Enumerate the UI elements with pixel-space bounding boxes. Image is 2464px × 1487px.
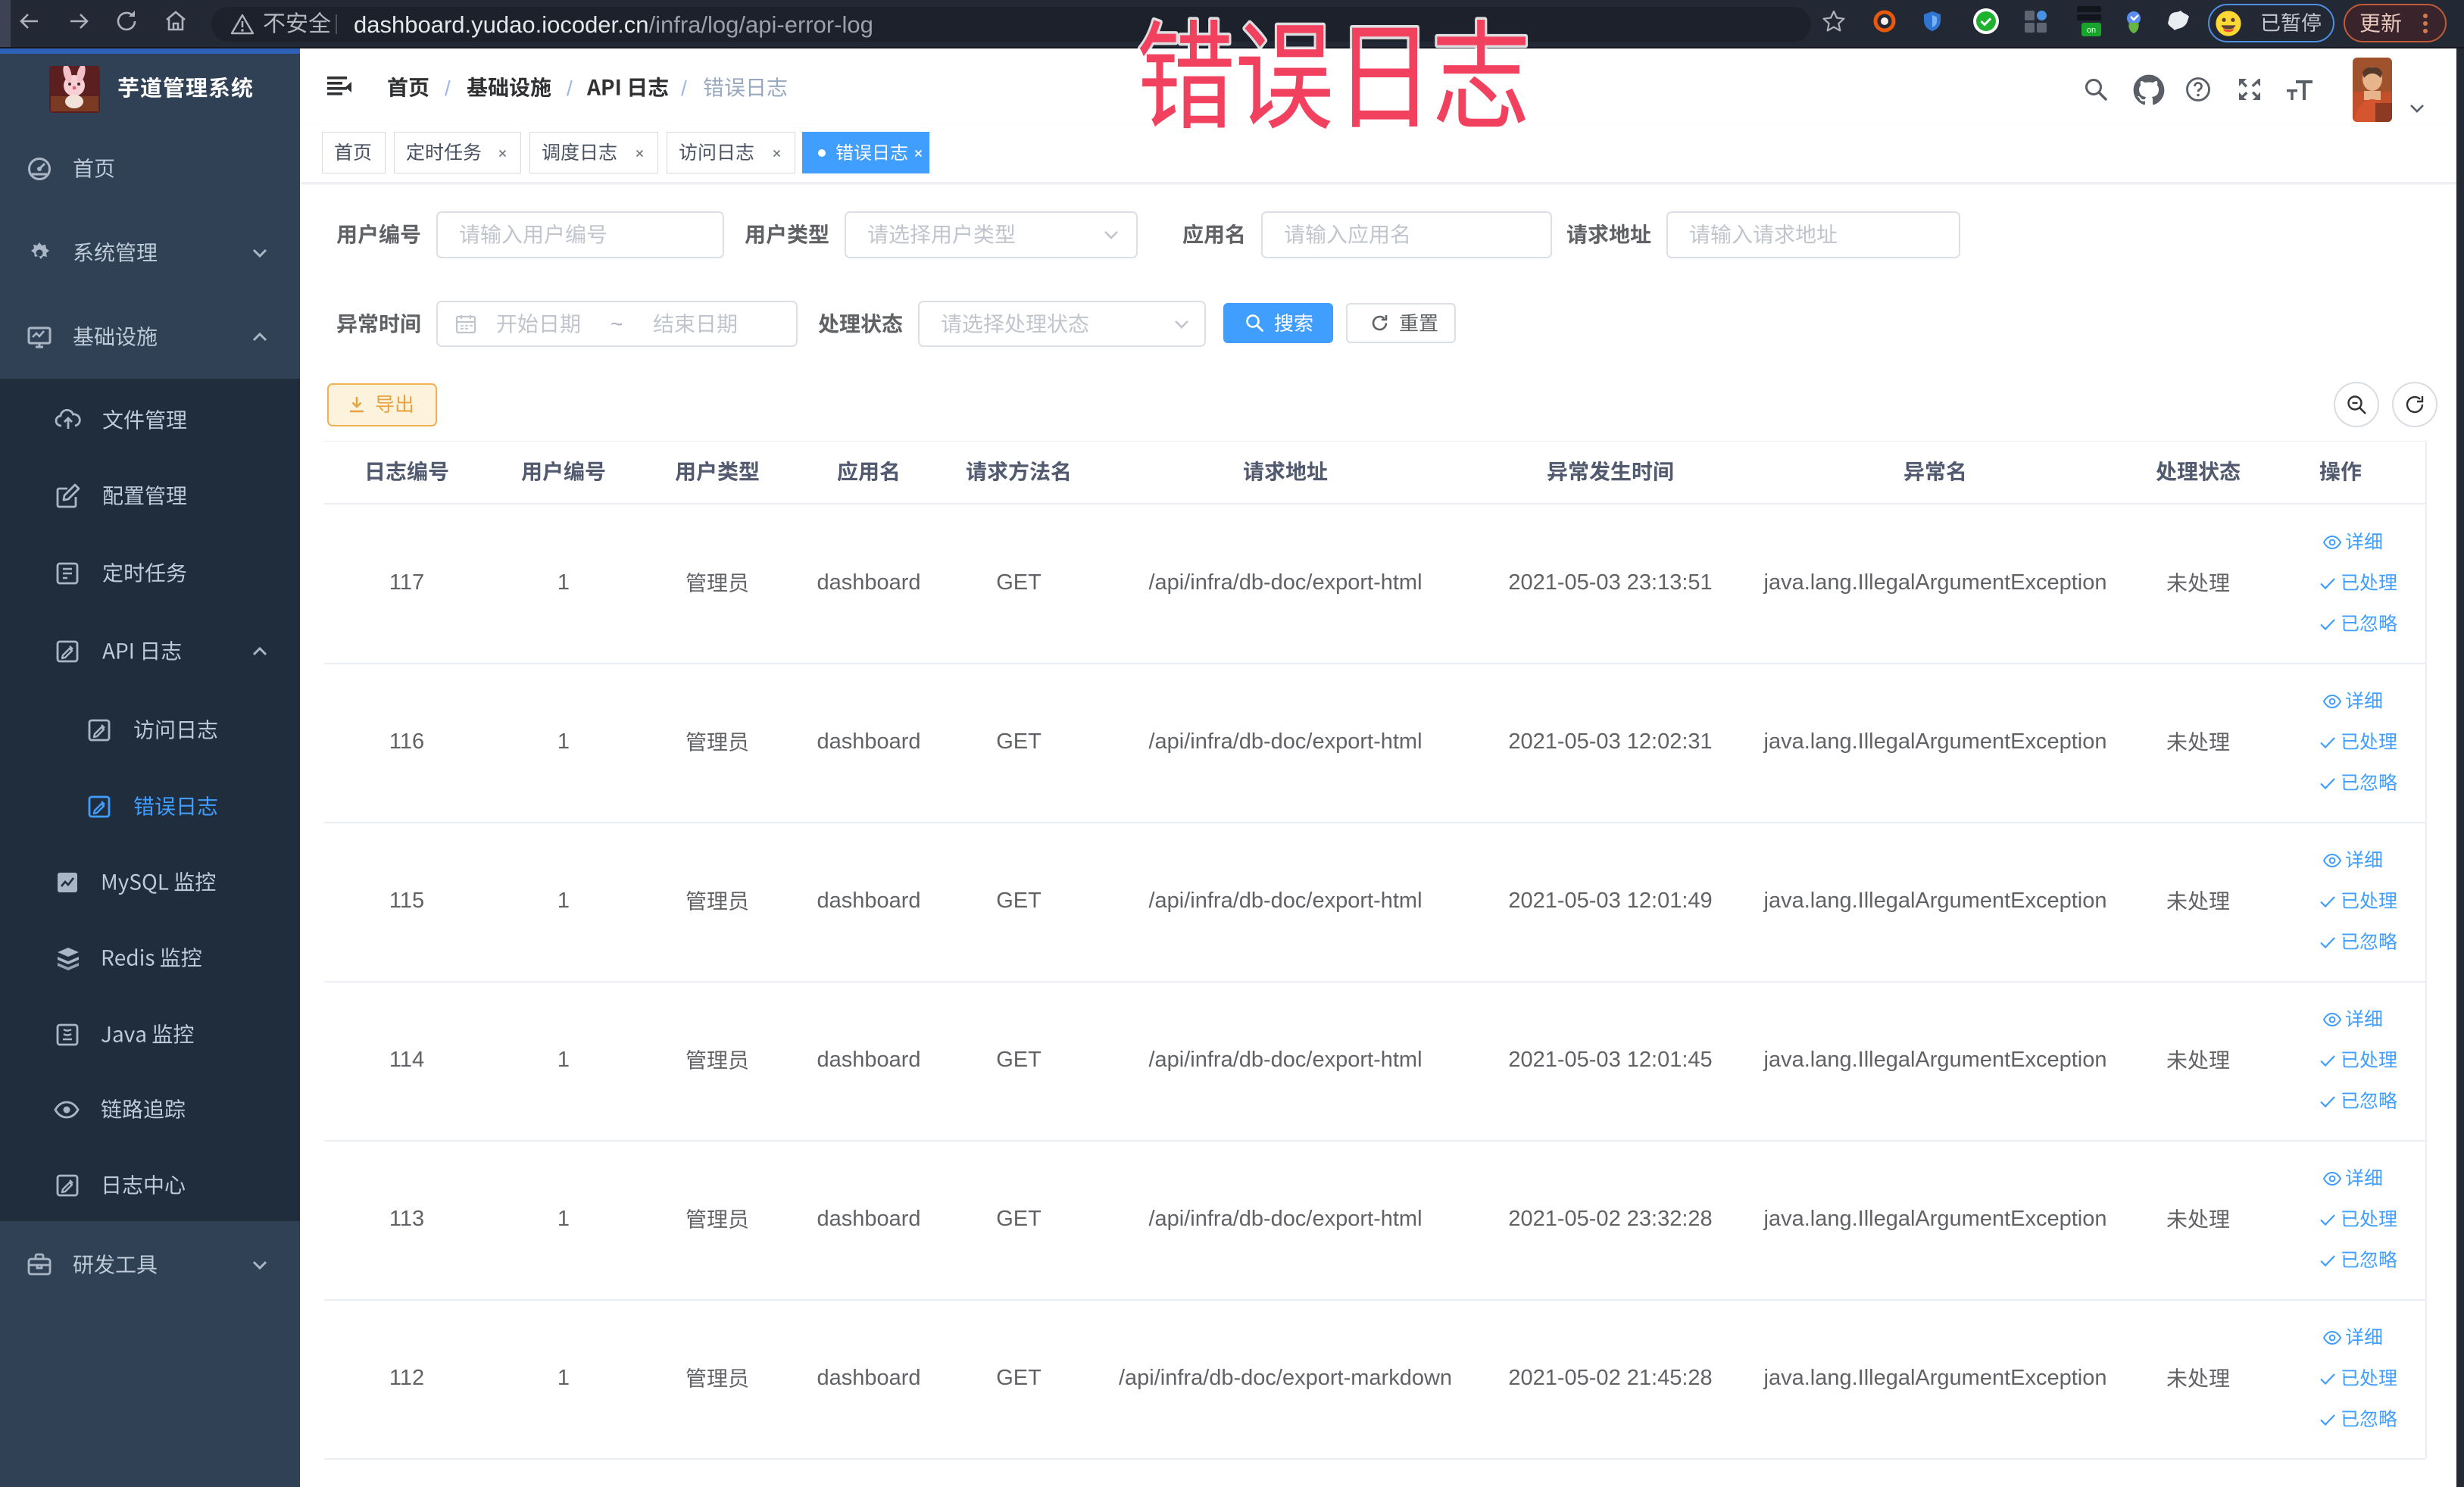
svg-text:on: on xyxy=(2087,26,2096,35)
